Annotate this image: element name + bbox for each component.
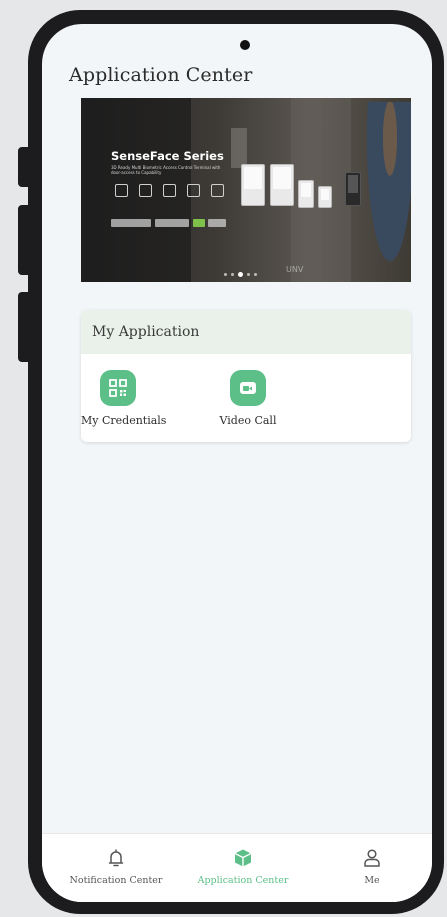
device-image	[298, 180, 314, 208]
carousel-dot[interactable]	[231, 273, 234, 276]
tab-label: Notification Center	[69, 875, 163, 886]
tab-application-center[interactable]: Application Center	[186, 848, 300, 886]
feature-icon	[115, 184, 128, 197]
user-icon	[352, 848, 392, 872]
qr-code-icon	[100, 370, 136, 406]
front-camera	[240, 40, 250, 50]
carousel-dot-active[interactable]	[238, 272, 243, 277]
device-image	[270, 164, 294, 206]
bell-icon	[62, 848, 170, 872]
tab-me[interactable]: Me	[352, 848, 392, 886]
side-button-volume-up	[18, 205, 30, 275]
my-application-card: My Application My Credentials Video Call	[81, 310, 411, 442]
tab-label: Me	[364, 875, 380, 886]
device-image	[241, 164, 265, 206]
video-camera-icon	[230, 370, 266, 406]
carousel-dot[interactable]	[247, 273, 250, 276]
cube-icon	[186, 848, 300, 872]
tab-label: Application Center	[197, 875, 289, 886]
carousel-dot[interactable]	[254, 273, 257, 276]
brand-logo: UNV	[286, 265, 304, 274]
feature-icon	[211, 184, 224, 197]
app-label: My Credentials	[81, 414, 167, 427]
carousel-dot[interactable]	[224, 273, 227, 276]
side-button-mute	[18, 147, 30, 187]
app-label: Video Call	[219, 414, 277, 427]
banner-headline: SenseFace Series	[111, 149, 224, 163]
device-image	[318, 186, 332, 208]
banner-subtitle: 3D Ready Multi Biometric Access Control …	[111, 165, 221, 175]
promo-banner[interactable]: SenseFace Series 3D Ready Multi Biometri…	[81, 98, 411, 282]
section-title: My Application	[81, 310, 411, 354]
feature-icon	[139, 184, 152, 197]
page-title: Application Center	[69, 64, 253, 86]
carousel-indicator[interactable]	[224, 272, 257, 277]
app-my-credentials[interactable]: My Credentials	[81, 370, 167, 427]
feature-icon	[163, 184, 176, 197]
side-button-volume-down	[18, 292, 30, 362]
bottom-tab-bar: Notification Center Application Center M…	[42, 833, 432, 902]
tab-notification-center[interactable]: Notification Center	[62, 848, 170, 886]
feature-icon	[187, 184, 200, 197]
device-image	[345, 172, 361, 206]
app-screen: Application Center SenseFace Series 3D R…	[42, 24, 432, 902]
app-video-call[interactable]: Video Call	[210, 370, 286, 427]
